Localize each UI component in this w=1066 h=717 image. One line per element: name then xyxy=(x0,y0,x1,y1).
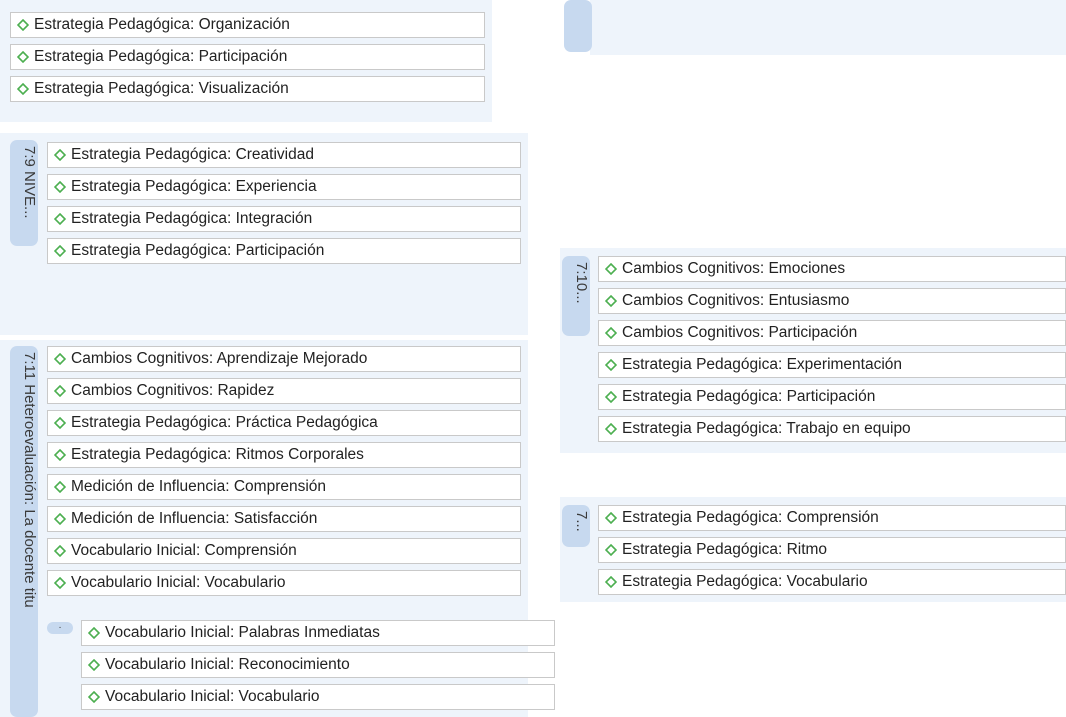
code-item[interactable]: Cambios Cognitivos: Participación xyxy=(598,320,1066,346)
diamond-code-icon xyxy=(605,359,617,371)
code-item[interactable]: Cambios Cognitivos: Aprendizaje Mejorado xyxy=(47,346,521,372)
code-label: Cambios Cognitivos: Participación xyxy=(622,324,858,341)
code-item[interactable]: Estrategia Pedagógica: Vocabulario xyxy=(598,569,1066,595)
diamond-code-icon xyxy=(54,513,66,525)
diamond-code-icon xyxy=(54,577,66,589)
code-item[interactable]: Estrategia Pedagógica: Creatividad xyxy=(47,142,521,168)
code-label: Cambios Cognitivos: Aprendizaje Mejorado xyxy=(71,350,368,367)
code-label: Estrategia Pedagógica: Participación xyxy=(34,48,288,65)
code-item[interactable]: Vocabulario Inicial: Comprensión xyxy=(47,538,521,564)
code-label: Estrategia Pedagógica: Participación xyxy=(622,388,876,405)
group-label-7-11-text: 7:11 Heteroevaluación: La docente titu xyxy=(21,352,38,608)
code-item[interactable]: Medición de Influencia: Comprensión xyxy=(47,474,521,500)
code-item[interactable]: Estrategia Pedagógica: Trabajo en equipo xyxy=(598,416,1066,442)
diamond-code-icon xyxy=(605,391,617,403)
group-label-sub-text: · xyxy=(58,622,62,633)
code-label: Estrategia Pedagógica: Ritmo xyxy=(622,541,828,558)
group-label-7-x[interactable]: 7... xyxy=(562,505,590,547)
diamond-code-icon xyxy=(605,544,617,556)
code-item[interactable]: Estrategia Pedagógica: Organización xyxy=(10,12,485,38)
group-label-top-right[interactable] xyxy=(564,0,592,52)
code-item[interactable]: Medición de Influencia: Satisfacción xyxy=(47,506,521,532)
code-label: Vocabulario Inicial: Vocabulario xyxy=(71,574,286,591)
code-item[interactable]: Vocabulario Inicial: Reconocimiento xyxy=(81,652,555,678)
code-item[interactable]: Estrategia Pedagógica: Participación xyxy=(598,384,1066,410)
diamond-code-icon xyxy=(88,627,100,639)
code-item[interactable]: Cambios Cognitivos: Entusiasmo xyxy=(598,288,1066,314)
code-label: Estrategia Pedagógica: Visualización xyxy=(34,80,289,97)
group-label-7-x-text: 7... xyxy=(573,511,590,532)
code-item[interactable]: Vocabulario Inicial: Vocabulario xyxy=(47,570,521,596)
diamond-code-icon xyxy=(605,295,617,307)
code-label: Vocabulario Inicial: Reconocimiento xyxy=(105,656,350,673)
code-item[interactable]: Estrategia Pedagógica: Práctica Pedagógi… xyxy=(47,410,521,436)
code-label: Estrategia Pedagógica: Comprensión xyxy=(622,509,879,526)
code-label: Estrategia Pedagógica: Vocabulario xyxy=(622,573,868,590)
diamond-code-icon xyxy=(88,659,100,671)
group-label-7-10-text: 7:10... xyxy=(573,262,590,304)
diamond-code-icon xyxy=(17,51,29,63)
code-label: Cambios Cognitivos: Rapidez xyxy=(71,382,275,399)
code-label: Medición de Influencia: Comprensión xyxy=(71,478,327,495)
code-item[interactable]: Vocabulario Inicial: Palabras Inmediatas xyxy=(81,620,555,646)
diamond-code-icon xyxy=(54,181,66,193)
diamond-code-icon xyxy=(54,449,66,461)
code-label: Estrategia Pedagógica: Práctica Pedagógi… xyxy=(71,414,378,431)
code-item[interactable]: Estrategia Pedagógica: Visualización xyxy=(10,76,485,102)
code-item[interactable]: Estrategia Pedagógica: Comprensión xyxy=(598,505,1066,531)
group-label-7-9-text: 7:9 NIVE... xyxy=(21,146,38,219)
code-label: Estrategia Pedagógica: Experimentación xyxy=(622,356,903,373)
diamond-code-icon xyxy=(54,353,66,365)
code-label: Estrategia Pedagógica: Participación xyxy=(71,242,325,259)
code-label: Estrategia Pedagógica: Creatividad xyxy=(71,146,314,163)
group-panel-top-right xyxy=(590,0,1066,55)
diamond-code-icon xyxy=(54,245,66,257)
code-label: Vocabulario Inicial: Vocabulario xyxy=(105,688,320,705)
diamond-code-icon xyxy=(54,417,66,429)
code-item[interactable]: Estrategia Pedagógica: Participación xyxy=(10,44,485,70)
code-item[interactable]: Cambios Cognitivos: Rapidez xyxy=(47,378,521,404)
code-label: Estrategia Pedagógica: Organización xyxy=(34,16,290,33)
diamond-code-icon xyxy=(54,213,66,225)
group-label-7-11[interactable]: 7:11 Heteroevaluación: La docente titu xyxy=(10,346,38,717)
code-label: Estrategia Pedagógica: Trabajo en equipo xyxy=(622,420,911,437)
group-label-sub[interactable]: · xyxy=(47,622,73,634)
code-label: Medición de Influencia: Satisfacción xyxy=(71,510,318,527)
group-label-7-9[interactable]: 7:9 NIVE... xyxy=(10,140,38,246)
diamond-code-icon xyxy=(605,327,617,339)
diamond-code-icon xyxy=(605,263,617,275)
code-label: Estrategia Pedagógica: Ritmos Corporales xyxy=(71,446,364,463)
code-item[interactable]: Estrategia Pedagógica: Experimentación xyxy=(598,352,1066,378)
code-label: Estrategia Pedagógica: Integración xyxy=(71,210,313,227)
code-item[interactable]: Cambios Cognitivos: Emociones xyxy=(598,256,1066,282)
diamond-code-icon xyxy=(17,83,29,95)
code-item[interactable]: Estrategia Pedagógica: Experiencia xyxy=(47,174,521,200)
code-item[interactable]: Estrategia Pedagógica: Ritmos Corporales xyxy=(47,442,521,468)
diamond-code-icon xyxy=(54,545,66,557)
group-label-7-10[interactable]: 7:10... xyxy=(562,256,590,336)
diamond-code-icon xyxy=(605,512,617,524)
diamond-code-icon xyxy=(54,385,66,397)
code-item[interactable]: Vocabulario Inicial: Vocabulario xyxy=(81,684,555,710)
code-item[interactable]: Estrategia Pedagógica: Participación xyxy=(47,238,521,264)
diamond-code-icon xyxy=(17,19,29,31)
code-label: Vocabulario Inicial: Palabras Inmediatas xyxy=(105,624,380,641)
diamond-code-icon xyxy=(54,149,66,161)
code-item[interactable]: Estrategia Pedagógica: Integración xyxy=(47,206,521,232)
code-label: Vocabulario Inicial: Comprensión xyxy=(71,542,297,559)
diamond-code-icon xyxy=(605,576,617,588)
code-item[interactable]: Estrategia Pedagógica: Ritmo xyxy=(598,537,1066,563)
code-label: Cambios Cognitivos: Entusiasmo xyxy=(622,292,850,309)
diamond-code-icon xyxy=(605,423,617,435)
diamond-code-icon xyxy=(54,481,66,493)
code-label: Estrategia Pedagógica: Experiencia xyxy=(71,178,317,195)
code-label: Cambios Cognitivos: Emociones xyxy=(622,260,846,277)
diamond-code-icon xyxy=(88,691,100,703)
